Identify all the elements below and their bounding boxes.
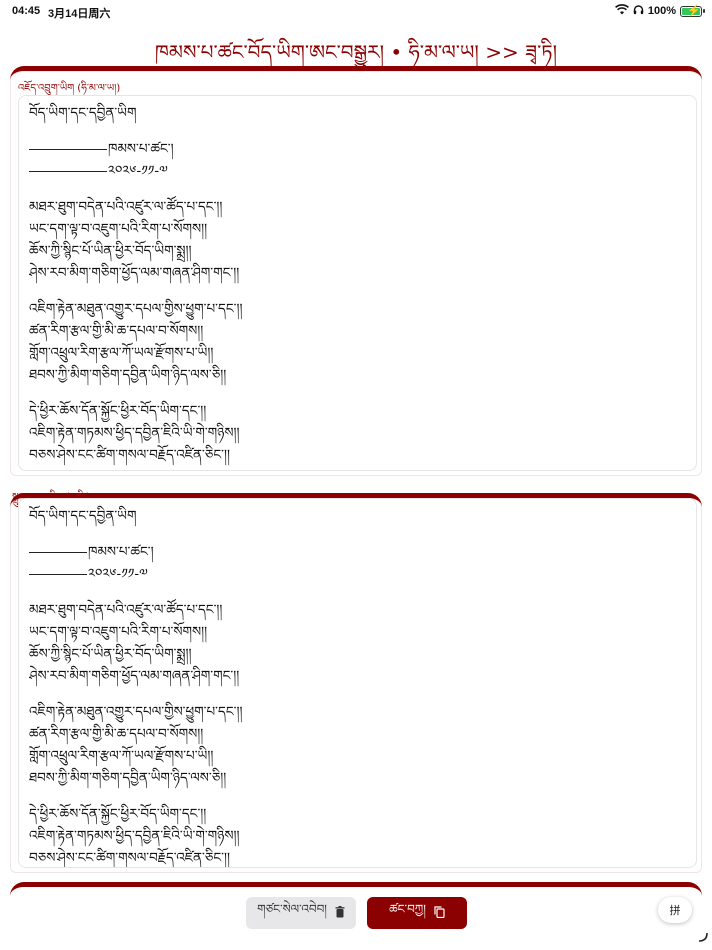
copy-button-label: ཚང་བཀྱ། [389,902,426,916]
text-line: མཐར་ཐུག་བདེན་པའི་འཛུར་ལ་ཚོད་པ་དང་།། [29,199,223,215]
output-text-area[interactable]: བོད་ཡིག་དང་དབྱིན་ཡིག ཁམས་པ་ཚང་། ༢༠༢༦-༡༡-༧ མ… [18,498,697,868]
charging-bolt-icon: ⚡ [687,4,701,17]
output-panel: སྒྲུབ་འབྲས་ཡིག (ཟྭ་ཏི།) བོད་ཡིག་དང་དབྱིན… [10,492,702,873]
signature-text: ཁམས་པ་ཚང་། [108,141,174,157]
battery-percent: 100% [647,5,676,17]
text-line: ཐབས་ཀྱི་མིག་གཅིག་དབྱིན་ཡིག་ཉིད་ལས་ཅི།། [29,770,227,786]
source-text-input[interactable]: བོད་ཡིག་དང་དབྱིན་ཡིག ཁམས་པ་ཚང་། ༢༠༢༦-༡༡-༧ མ… [18,95,697,471]
text-line: འཇིག་རྟེན་གཏམས་ཕྱིད་དབྱིན་ཇིའི་ཡི་གེ་གཉི… [29,425,240,441]
clear-button-label: གཙང་སེལ་འབེབ། [257,902,327,916]
text-line: བོད་ཡིག་དང་དབྱིན་ཡིག [29,508,137,524]
keyboard-switch-button[interactable]: 拼 [658,897,692,923]
text-line: ཚན་རིག་རྩལ་གྱི་མི་ཆ་དཔལ་བ་སོགས།། [29,323,204,339]
status-bar: 04:45 3月14日周六 100% ⚡ [0,0,712,24]
text-line: དེ་ཕྱིར་ཆོས་དོན་སྐྱོང་ཕྱིར་བོད་ཡིག་དང་།། [29,806,207,822]
text-line: ཚན་རིག་རྩལ་གྱི་མི་ཆ་དཔལ་བ་སོགས།། [29,726,204,742]
status-date: 3月14日周六 [48,8,111,20]
clear-button[interactable]: གཙང་སེལ་འབེབ། [246,897,356,929]
signature-dash [29,551,87,553]
text-line: མཐར་ཐུག་བདེན་པའི་འཛུར་ལ་ཚོད་པ་དང་།། [29,602,223,618]
copy-button[interactable]: ཚང་བཀྱ། [367,897,467,929]
keyboard-switch-label: 拼 [669,904,681,917]
signature-text: ཁམས་པ་ཚང་། [88,544,154,560]
signature-dash [29,148,107,150]
wifi-icon [614,4,629,18]
signature-text: ༢༠༢༦-༡༡-༧ [108,163,168,179]
text-line: ཆོས་ཀྱི་སྙིང་པོ་ཡིན་ཕྱིར་བོད་ཡིག་སྨྲ།། [29,646,192,662]
signature-line: ༢༠༢༦-༡༡-༧ [29,563,686,585]
signature-dash [29,170,107,172]
status-right: 100% ⚡ [614,4,705,18]
text-line: ཡང་དག་ལྟ་བ་འཇུག་པའི་རིག་པ་སོགས།། [29,624,208,640]
text-line: འཇིག་རྟེན་མཐུན་འགྱུར་དཔལ་གྱིས་ཕྱུག་པ་དང་… [29,301,243,317]
trash-icon [335,905,345,921]
text-line: བཅས་ཤེས་ངང་ཚིག་གསལ་བརྗོད་འཛིན་ཅིང་།། [29,447,230,463]
resize-handle-icon[interactable] [698,930,708,946]
text-line: འཇིག་རྟེན་གཏམས་ཕྱིད་དབྱིན་ཇིའི་ཡི་གེ་གཉི… [29,828,240,844]
headphones-icon [633,4,644,18]
text-line: དེ་ཕྱིར་ཆོས་དོན་སྐྱོང་ཕྱིར་བོད་ཡིག་དང་།། [29,403,207,419]
text-line: ཤེས་རབ་མིག་གཅིག་ཕྱོད་ལམ་གཞན་ཤིག་གང་།། [29,668,240,684]
text-line: བཅས་ཤེས་ངང་ཚིག་གསལ་བརྗོད་འཛིན་ཅིང་།། [29,850,230,866]
signature-line: ཁམས་པ་ཚང་། [29,541,686,563]
status-time: 04:45 [12,5,41,17]
signature-line: ཁམས་པ་ཚང་། [29,138,686,160]
battery-icon: ⚡ [680,4,705,17]
text-line: བོད་ཡིག་དང་དབྱིན་ཡིག [29,105,137,121]
signature-text: ༢༠༢༦-༡༡-༧ [88,566,148,582]
source-panel: འཇོད་འབྲུག་ཡིག (ཧི་མ་ལ་ཡ།) བོད་ཡིག་དང་དབ… [10,66,702,476]
text-line: གློག་འཕྲུལ་རིག་རྩལ་ཀོ་ཡལ་རྫོགས་པ་ཡི།། [29,345,214,361]
text-line: ཤེས་རབ་མིག་གཅིག་ཕྱོད་ལམ་གཞན་ཤིག་གང་།། [29,265,240,281]
text-line: འཇིག་རྟེན་མཐུན་འགྱུར་དཔལ་གྱིས་ཕྱུག་པ་དང་… [29,704,243,720]
text-line: ཐབས་ཀྱི་མིག་གཅིག་དབྱིན་ཡིག་ཉིད་ལས་ཅི།། [29,367,227,383]
copy-icon [434,905,445,921]
signature-dash [29,573,87,575]
text-line: ཡང་དག་ལྟ་བ་འཇུག་པའི་རིག་པ་སོགས།། [29,221,208,237]
text-line: ཆོས་ཀྱི་སྙིང་པོ་ཡིན་ཕྱིར་བོད་ཡིག་སྨྲ།། [29,243,192,259]
bottom-toolbar: གཙང་སེལ་འབེབ། ཚང་བཀྱ། 拼 [10,882,702,938]
signature-line: ༢༠༢༦-༡༡-༧ [29,160,686,182]
text-line: གློག་འཕྲུལ་རིག་རྩལ་ཀོ་ཡལ་རྫོགས་པ་ཡི།། [29,748,214,764]
